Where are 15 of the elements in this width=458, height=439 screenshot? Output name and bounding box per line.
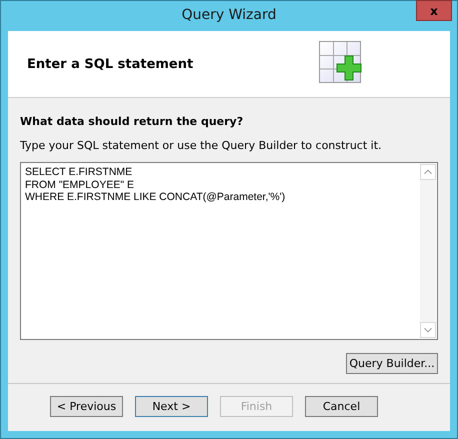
section-question: What data should return the query? [20,115,244,128]
scroll-down-icon[interactable] [420,322,436,338]
scroll-up-icon[interactable] [420,164,436,180]
close-button[interactable]: x [416,0,452,21]
wizard-button[interactable]: Cancel [305,396,378,417]
scrollbar[interactable] [420,164,436,338]
wizard-button[interactable]: Next > [135,396,208,417]
table-add-icon [319,41,363,83]
query-builder-button[interactable]: Query Builder... [346,353,438,374]
wizard-button[interactable]: < Previous [50,396,123,417]
instruction-text: Type your SQL statement or use the Query Builder to construct it. [20,139,383,152]
window-title: Query Wizard [182,7,276,23]
sql-field[interactable]: SELECT E.FIRSTNME FROM "EMPLOYEE" E WHERE E.FIRSTNME LIKE CONCAT(@Parameter,'%') [20,162,438,340]
page-heading: Enter a SQL statement [27,56,194,72]
sql-text: SELECT E.FIRSTNME FROM "EMPLOYEE" E WHERE E.FIRSTNME LIKE CONCAT(@Parameter,'%') [24,165,286,205]
